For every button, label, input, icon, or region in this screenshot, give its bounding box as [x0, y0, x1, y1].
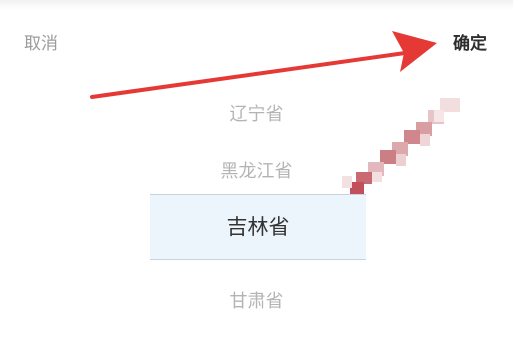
province-picker-wheel[interactable]: 辽宁省 黑龙江省 吉林省 甘肃省: [0, 80, 513, 345]
confirm-button[interactable]: 确定: [453, 33, 487, 55]
picker-item-liaoning[interactable]: 辽宁省: [0, 100, 513, 126]
province-picker-sheet: 取消 确定 辽宁省 黑龙江省 吉林省 甘肃省: [0, 0, 513, 345]
cancel-button[interactable]: 取消: [24, 33, 58, 55]
picker-item-jilin-selected[interactable]: 吉林省: [150, 194, 366, 260]
picker-item-gansu[interactable]: 甘肃省: [0, 287, 513, 313]
sheet-top-edge: [0, 0, 513, 10]
picker-item-heilongjiang[interactable]: 黑龙江省: [0, 157, 513, 183]
